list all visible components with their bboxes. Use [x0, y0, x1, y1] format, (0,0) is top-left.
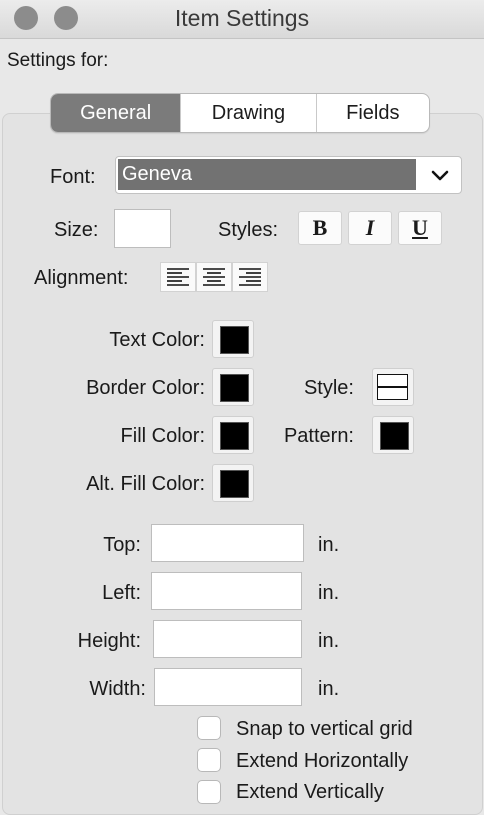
pattern-label: Pattern:: [283, 425, 354, 447]
underline-button[interactable]: U: [398, 211, 442, 245]
align-center-button[interactable]: [196, 262, 232, 292]
tab-bar: General Drawing Fields: [50, 93, 430, 133]
border-color-fill: [220, 374, 249, 402]
align-left-button[interactable]: [160, 262, 196, 292]
width-unit: in.: [318, 678, 340, 700]
line-style-preview: [377, 374, 408, 400]
font-select-value: Geneva: [118, 159, 416, 190]
top-input[interactable]: [151, 524, 304, 562]
fill-color-label: Fill Color:: [120, 425, 205, 447]
tab-drawing[interactable]: Drawing: [181, 94, 317, 132]
height-input[interactable]: [153, 620, 302, 658]
align-right-button[interactable]: [232, 262, 268, 292]
width-label: Width:: [89, 678, 146, 700]
extend-horizontally-checkbox[interactable]: [197, 748, 221, 772]
bold-button[interactable]: B: [298, 211, 342, 245]
window-title: Item Settings: [174, 5, 310, 31]
pattern-fill: [380, 422, 409, 450]
height-unit: in.: [318, 630, 340, 652]
settings-for-label: Settings for:: [7, 50, 109, 71]
align-right-icon: [239, 268, 261, 286]
font-select[interactable]: Geneva: [115, 156, 462, 194]
left-label: Left:: [102, 582, 141, 604]
extend-vertically-checkbox[interactable]: [197, 780, 221, 804]
size-label: Size:: [54, 219, 99, 241]
alt-fill-color-fill: [220, 470, 249, 498]
width-input[interactable]: [154, 668, 302, 706]
chevron-down-icon: [431, 170, 449, 181]
tab-fields[interactable]: Fields: [317, 94, 429, 132]
text-color-fill: [220, 326, 249, 354]
extend-vertically-label: Extend Vertically: [236, 781, 384, 803]
border-color-label: Border Color:: [86, 377, 205, 399]
tab-general[interactable]: General: [51, 94, 182, 132]
top-label: Top:: [103, 534, 141, 556]
font-label: Font:: [50, 166, 96, 188]
align-left-icon: [167, 268, 189, 286]
align-center-icon: [203, 268, 225, 286]
pattern-swatch[interactable]: [372, 416, 414, 454]
title-bar: Item Settings: [0, 0, 484, 39]
line-style-swatch[interactable]: [372, 368, 414, 406]
underline-icon: U: [412, 215, 428, 240]
alt-fill-color-swatch[interactable]: [212, 464, 254, 502]
height-label: Height:: [77, 630, 141, 652]
snap-vertical-grid-checkbox[interactable]: [197, 716, 221, 740]
extend-horizontally-label: Extend Horizontally: [236, 750, 409, 772]
left-input[interactable]: [151, 572, 302, 610]
fill-color-fill: [220, 422, 249, 450]
italic-icon: I: [365, 215, 375, 240]
left-unit: in.: [318, 582, 340, 604]
snap-vertical-grid-label: Snap to vertical grid: [236, 718, 413, 740]
alt-fill-color-label: Alt. Fill Color:: [86, 473, 205, 495]
text-color-swatch[interactable]: [212, 320, 254, 358]
italic-button[interactable]: I: [348, 211, 392, 245]
alignment-label: Alignment:: [34, 267, 129, 289]
text-color-label: Text Color:: [109, 329, 205, 351]
border-color-swatch[interactable]: [212, 368, 254, 406]
size-input[interactable]: [114, 209, 171, 248]
bold-icon: B: [312, 215, 328, 240]
style-label: Style:: [303, 377, 354, 399]
fill-color-swatch[interactable]: [212, 416, 254, 454]
top-unit: in.: [318, 534, 340, 556]
styles-label: Styles:: [218, 219, 279, 241]
